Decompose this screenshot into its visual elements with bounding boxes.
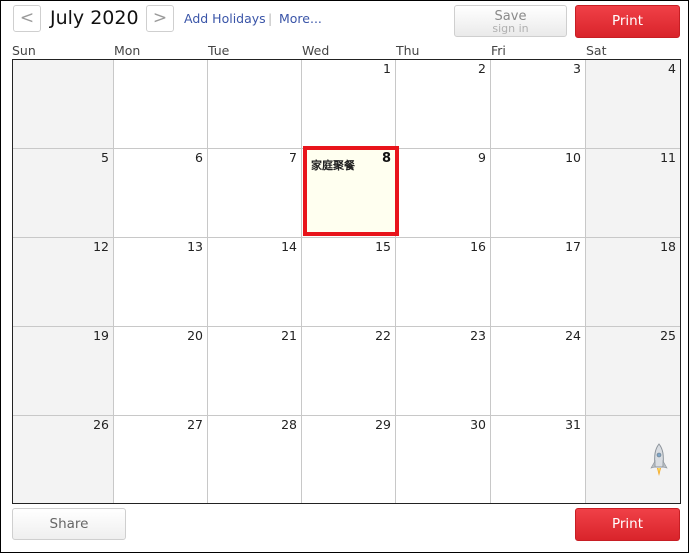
calendar-grid: 8 家庭聚餐 1 2 3 4 5 6 7 9 10 11 12 13 14 15 16 17 18 19 20 21 2…: [12, 59, 681, 504]
weekend-column-sun: [13, 60, 114, 503]
sign-in-label: sign in: [492, 22, 529, 35]
day-number[interactable]: 4: [636, 61, 676, 76]
grid-hline: [13, 326, 680, 327]
month-title: July 2020: [50, 7, 139, 29]
day-number[interactable]: 29: [351, 417, 391, 432]
day-number[interactable]: 10: [541, 150, 581, 165]
more-link[interactable]: More...: [279, 11, 322, 26]
day-number[interactable]: 20: [163, 328, 203, 343]
day-number[interactable]: 14: [257, 239, 297, 254]
day-number[interactable]: 21: [257, 328, 297, 343]
day-number[interactable]: 17: [541, 239, 581, 254]
weekday-mon: Mon: [114, 43, 141, 58]
selected-day-cell[interactable]: 8 家庭聚餐: [303, 146, 399, 236]
save-button[interactable]: Save sign in: [454, 5, 567, 37]
day-number[interactable]: 15: [351, 239, 391, 254]
weekday-sun: Sun: [12, 43, 36, 58]
event-label[interactable]: 家庭聚餐: [311, 157, 355, 173]
day-number[interactable]: 7: [257, 150, 297, 165]
day-number[interactable]: 12: [69, 239, 109, 254]
grid-hline: [13, 237, 680, 238]
day-number[interactable]: 6: [163, 150, 203, 165]
day-number[interactable]: 27: [163, 417, 203, 432]
link-separator: |: [268, 11, 273, 26]
day-number[interactable]: 9: [446, 150, 486, 165]
day-number[interactable]: 26: [69, 417, 109, 432]
prev-month-button[interactable]: <: [13, 5, 41, 32]
day-number[interactable]: 31: [541, 417, 581, 432]
day-number[interactable]: 11: [636, 150, 676, 165]
day-number[interactable]: 18: [636, 239, 676, 254]
weekend-column-sat: [586, 60, 680, 503]
weekday-fri: Fri: [491, 43, 506, 58]
weekday-thu: Thu: [396, 43, 420, 58]
print-button-bottom[interactable]: Print: [575, 508, 680, 541]
save-label: Save: [494, 9, 527, 24]
day-number[interactable]: 30: [446, 417, 486, 432]
grid-vline: [395, 60, 396, 503]
grid-vline: [301, 60, 302, 503]
add-holidays-link[interactable]: Add Holidays: [184, 11, 266, 26]
day-number[interactable]: 5: [69, 150, 109, 165]
rocket-icon[interactable]: [650, 443, 668, 479]
share-button[interactable]: Share: [12, 508, 126, 540]
day-number[interactable]: 28: [257, 417, 297, 432]
day-number[interactable]: 25: [636, 328, 676, 343]
day-number[interactable]: 1: [351, 61, 391, 76]
print-button-top[interactable]: Print: [575, 5, 680, 38]
day-number[interactable]: 24: [541, 328, 581, 343]
next-month-button[interactable]: >: [146, 5, 174, 32]
day-number[interactable]: 22: [351, 328, 391, 343]
grid-vline: [113, 60, 114, 503]
weekday-wed: Wed: [302, 43, 330, 58]
weekday-sat: Sat: [586, 43, 607, 58]
day-number[interactable]: 13: [163, 239, 203, 254]
grid-vline: [490, 60, 491, 503]
weekday-tue: Tue: [208, 43, 230, 58]
grid-vline: [585, 60, 586, 503]
day-number[interactable]: 19: [69, 328, 109, 343]
day-number[interactable]: 16: [446, 239, 486, 254]
grid-vline: [207, 60, 208, 503]
day-number[interactable]: 2: [446, 61, 486, 76]
grid-hline: [13, 415, 680, 416]
day-number[interactable]: 23: [446, 328, 486, 343]
selected-day-number: 8: [381, 151, 391, 166]
day-number[interactable]: 3: [541, 61, 581, 76]
